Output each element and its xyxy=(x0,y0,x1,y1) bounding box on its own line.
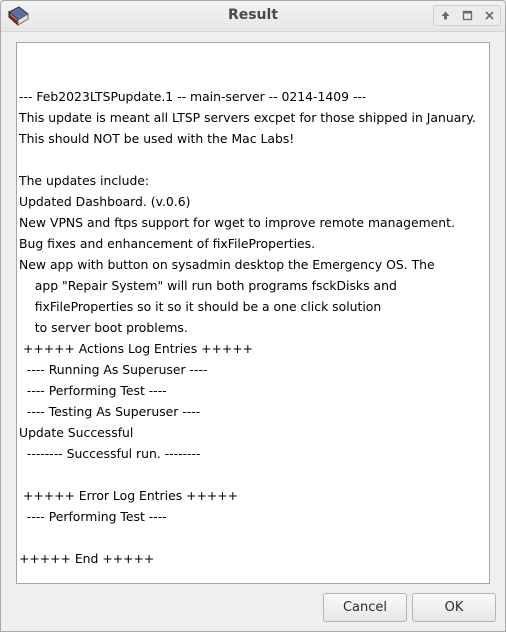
log-line: Update Successful xyxy=(19,425,134,440)
log-line: New VPNS and ftps support for wget to im… xyxy=(19,215,455,230)
log-line: This update is meant all LTSP servers ex… xyxy=(19,110,476,125)
log-text-area[interactable]: --- Feb2023LTSPupdate.1 -- main-server -… xyxy=(16,42,490,584)
log-line: app "Repair System" will run both progra… xyxy=(19,278,397,293)
log-line: --- Feb2023LTSPupdate.1 -- main-server -… xyxy=(19,89,367,104)
log-line: to server boot problems. xyxy=(19,320,188,335)
log-line: ---- Performing Test ---- xyxy=(19,509,167,524)
log-line: +++++ End +++++ xyxy=(19,551,155,566)
log-line: +++++ Error Log Entries +++++ xyxy=(19,488,239,503)
log-line: Updated Dashboard. (v.0.6) xyxy=(19,194,191,209)
log-line: Bug fixes and enhancement of fixFileProp… xyxy=(19,236,316,251)
maximize-button[interactable] xyxy=(456,6,478,25)
up-arrow-icon xyxy=(440,6,451,25)
maximize-icon xyxy=(462,6,473,25)
log-line: ---- Performing Test ---- xyxy=(19,383,167,398)
title-bar[interactable]: Result xyxy=(1,1,505,32)
window-title: Result xyxy=(227,7,279,23)
log-line: fixFileProperties so it so it should be … xyxy=(19,299,382,314)
log-line: The updates include: xyxy=(19,173,150,188)
log-line: This should NOT be used with the Mac Lab… xyxy=(19,131,295,146)
log-line: ---- Testing As Superuser ---- xyxy=(19,404,201,419)
log-line: -------- Successful run. -------- xyxy=(19,446,201,461)
result-dialog: Result --- Feb2023LTSPupdate.1 -- main-s… xyxy=(0,0,506,632)
log-lines: --- Feb2023LTSPupdate.1 -- main-server -… xyxy=(19,86,487,569)
close-icon xyxy=(484,6,495,25)
close-button[interactable] xyxy=(478,6,500,25)
ok-button[interactable]: OK xyxy=(412,593,496,622)
window-controls xyxy=(433,5,501,26)
shade-button[interactable] xyxy=(434,6,456,25)
log-line: ---- Running As Superuser ---- xyxy=(19,362,208,377)
log-line: +++++ Actions Log Entries +++++ xyxy=(19,341,254,356)
log-line: New app with button on sysadmin desktop … xyxy=(19,257,435,272)
cancel-button[interactable]: Cancel xyxy=(323,593,407,622)
